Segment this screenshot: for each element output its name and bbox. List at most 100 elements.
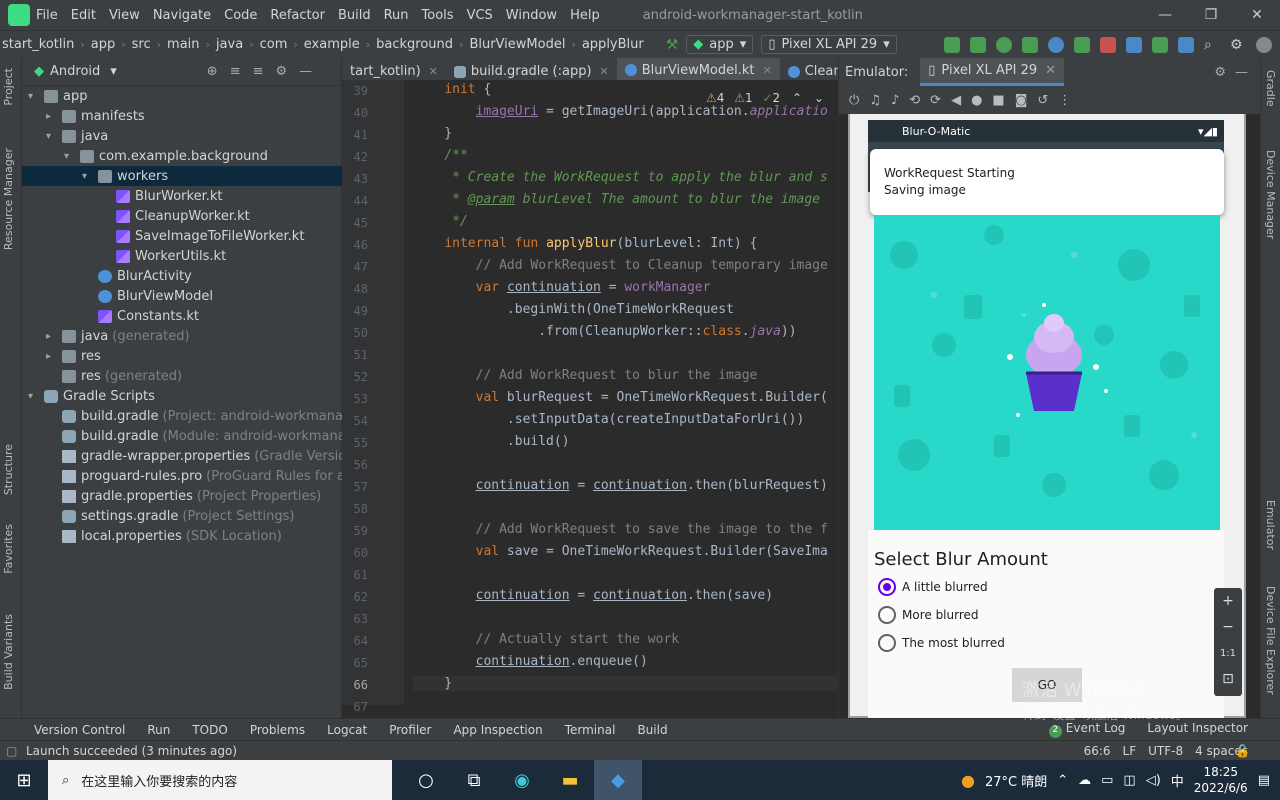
menu-file[interactable]: File <box>36 8 58 23</box>
tree-item[interactable]: build.gradle (Module: android-workmanage <box>46 426 362 446</box>
gear-icon[interactable]: ⚙ <box>1214 65 1226 80</box>
radio-the-most-blurred[interactable] <box>878 634 896 652</box>
profile-icon[interactable] <box>1048 36 1064 53</box>
weather-text[interactable]: 27°C 晴朗 <box>985 771 1047 790</box>
breadcrumb-item[interactable]: example <box>304 37 360 52</box>
tool-build[interactable]: Build <box>637 723 667 737</box>
breadcrumb-item[interactable]: java <box>216 37 243 52</box>
breadcrumb-item[interactable]: app <box>91 37 115 52</box>
gear-icon[interactable]: ⚙ <box>276 64 288 79</box>
run-icon[interactable] <box>1022 36 1038 53</box>
zoom-fit-button[interactable]: ⊡ <box>1214 666 1242 692</box>
minimize-button[interactable]: — <box>1142 0 1188 30</box>
breadcrumb-item[interactable]: background <box>376 37 453 52</box>
tool-app-inspection[interactable]: App Inspection <box>453 723 542 737</box>
home-icon[interactable]: ● <box>971 93 982 108</box>
gear-icon[interactable]: ⚙ <box>1230 37 1246 53</box>
line-separator[interactable]: LF <box>1123 744 1137 758</box>
tree-item[interactable]: res (generated) <box>46 366 182 386</box>
cortana-icon[interactable]: ○ <box>402 760 450 800</box>
collapse-all-icon[interactable]: ≡ <box>253 64 264 79</box>
breadcrumb-item[interactable]: src <box>132 37 151 52</box>
tree-item[interactable]: settings.gradle (Project Settings) <box>46 506 294 526</box>
task-view-icon[interactable]: ⧉ <box>450 760 498 800</box>
close-icon[interactable]: ✕ <box>1045 63 1056 78</box>
attach-debugger-icon[interactable] <box>1074 36 1090 53</box>
more-icon[interactable]: ⋮ <box>1058 93 1071 108</box>
camera-icon[interactable]: ◙ <box>1015 93 1028 108</box>
tab-resource-manager[interactable]: Resource Manager <box>2 148 15 250</box>
tree-item[interactable]: ▸ res <box>46 346 101 366</box>
menu-window[interactable]: Window <box>506 8 557 23</box>
tool-event-log[interactable]: 2 Event Log <box>1048 721 1125 738</box>
menu-build[interactable]: Build <box>338 8 371 23</box>
tree-item[interactable]: build.gradle (Project: android-workmanage… <box>46 406 365 426</box>
breadcrumb-item[interactable]: start_kotlin <box>2 37 74 52</box>
chevron-up-icon[interactable]: ⌃ <box>792 91 802 105</box>
ime-indicator[interactable]: 中 <box>1171 771 1184 790</box>
option-label-the-most-blurred[interactable]: The most blurred <box>902 636 1005 650</box>
account-icon[interactable] <box>1256 36 1272 53</box>
apply-changes-icon[interactable] <box>944 36 960 53</box>
menu-view[interactable]: View <box>109 8 140 23</box>
rotate-right-icon[interactable]: ⟳ <box>930 93 941 108</box>
run-config-select[interactable]: ◆ app ▾ <box>686 35 754 54</box>
tree-item[interactable]: ▸ manifests <box>46 106 145 126</box>
sync-gradle-icon[interactable] <box>1126 36 1142 53</box>
tray-expand-icon[interactable]: ⌃ <box>1057 773 1068 788</box>
tree-item[interactable]: ▾ workers <box>22 166 342 186</box>
tree-item[interactable]: gradle.properties (Project Properties) <box>46 486 321 506</box>
expand-arrow-icon[interactable]: ▾ <box>28 91 40 102</box>
apply-code-changes-icon[interactable] <box>970 36 986 53</box>
zoom-actual-size-button[interactable]: 1:1 <box>1214 640 1242 666</box>
tab-emulator-device[interactable]: ▯ Pixel XL API 29 ✕ <box>920 58 1065 86</box>
radio-a-little-blurred[interactable] <box>878 578 896 596</box>
tab-emulator[interactable]: Emulator <box>1264 500 1277 550</box>
volume-up-icon[interactable]: ♫ <box>869 93 881 108</box>
zoom-out-button[interactable]: − <box>1214 614 1242 640</box>
notifications-icon[interactable]: ▤ <box>1258 773 1270 788</box>
edge-browser-icon[interactable]: ◉ <box>498 760 546 800</box>
tree-item[interactable]: gradle-wrapper.properties (Gradle Version… <box>46 446 360 466</box>
expand-arrow-icon[interactable]: ▾ <box>82 171 94 182</box>
tab-device-manager[interactable]: Device Manager <box>1264 150 1277 239</box>
tab-project[interactable]: Project <box>2 68 15 106</box>
hide-panel-icon[interactable]: — <box>299 64 312 79</box>
caret-position[interactable]: 66:6 <box>1084 744 1111 758</box>
breadcrumb-item[interactable]: BlurViewModel <box>469 37 565 52</box>
tool-problems[interactable]: Problems <box>250 723 305 737</box>
hide-panel-icon[interactable]: — <box>1235 65 1248 80</box>
chevron-down-icon[interactable]: ▾ <box>110 64 117 79</box>
device-select[interactable]: ▯ Pixel XL API 29 ▾ <box>761 35 897 54</box>
expand-arrow-icon[interactable]: ▾ <box>64 151 76 162</box>
option-label-a-little-blurred[interactable]: A little blurred <box>902 580 988 594</box>
tab-favorites[interactable]: Favorites <box>2 524 15 574</box>
tool-logcat[interactable]: Logcat <box>327 723 367 737</box>
expand-arrow-icon[interactable]: ▾ <box>28 391 40 402</box>
android-studio-taskbar-icon[interactable]: ◆ <box>594 760 642 800</box>
tree-item[interactable]: Constants.kt <box>82 306 199 326</box>
overview-icon[interactable]: ■ <box>992 93 1004 108</box>
menu-vcs[interactable]: VCS <box>467 8 493 23</box>
menu-refactor[interactable]: Refactor <box>270 8 325 23</box>
tool-version-control[interactable]: Version Control <box>34 723 125 737</box>
close-tab-icon[interactable]: ✕ <box>600 65 609 78</box>
power-icon[interactable]: ⏻ <box>849 93 859 108</box>
tree-item[interactable]: SaveImageToFileWorker.kt <box>100 226 304 246</box>
volume-down-icon[interactable]: ♪ <box>891 93 899 108</box>
clock[interactable]: 18:25 2022/6/6 <box>1194 764 1248 796</box>
expand-all-icon[interactable]: ≡ <box>230 64 241 79</box>
tree-item[interactable]: ▾ app <box>28 86 87 106</box>
volume-icon[interactable]: ◁) <box>1146 773 1161 788</box>
breadcrumb-item[interactable]: com <box>260 37 288 52</box>
option-label-more-blurred[interactable]: More blurred <box>902 608 979 622</box>
radio-more-blurred[interactable] <box>878 606 896 624</box>
hammer-icon[interactable]: ⚒ <box>666 37 679 53</box>
sdk-manager-icon[interactable] <box>1178 36 1194 53</box>
expand-arrow-icon[interactable]: ▸ <box>46 111 58 122</box>
menu-code[interactable]: Code <box>224 8 257 23</box>
tab-device-file-explorer[interactable]: Device File Explorer <box>1264 586 1277 695</box>
maximize-button[interactable]: ❐ <box>1188 0 1234 30</box>
menu-run[interactable]: Run <box>384 8 409 23</box>
tree-item[interactable]: WorkerUtils.kt <box>100 246 226 266</box>
